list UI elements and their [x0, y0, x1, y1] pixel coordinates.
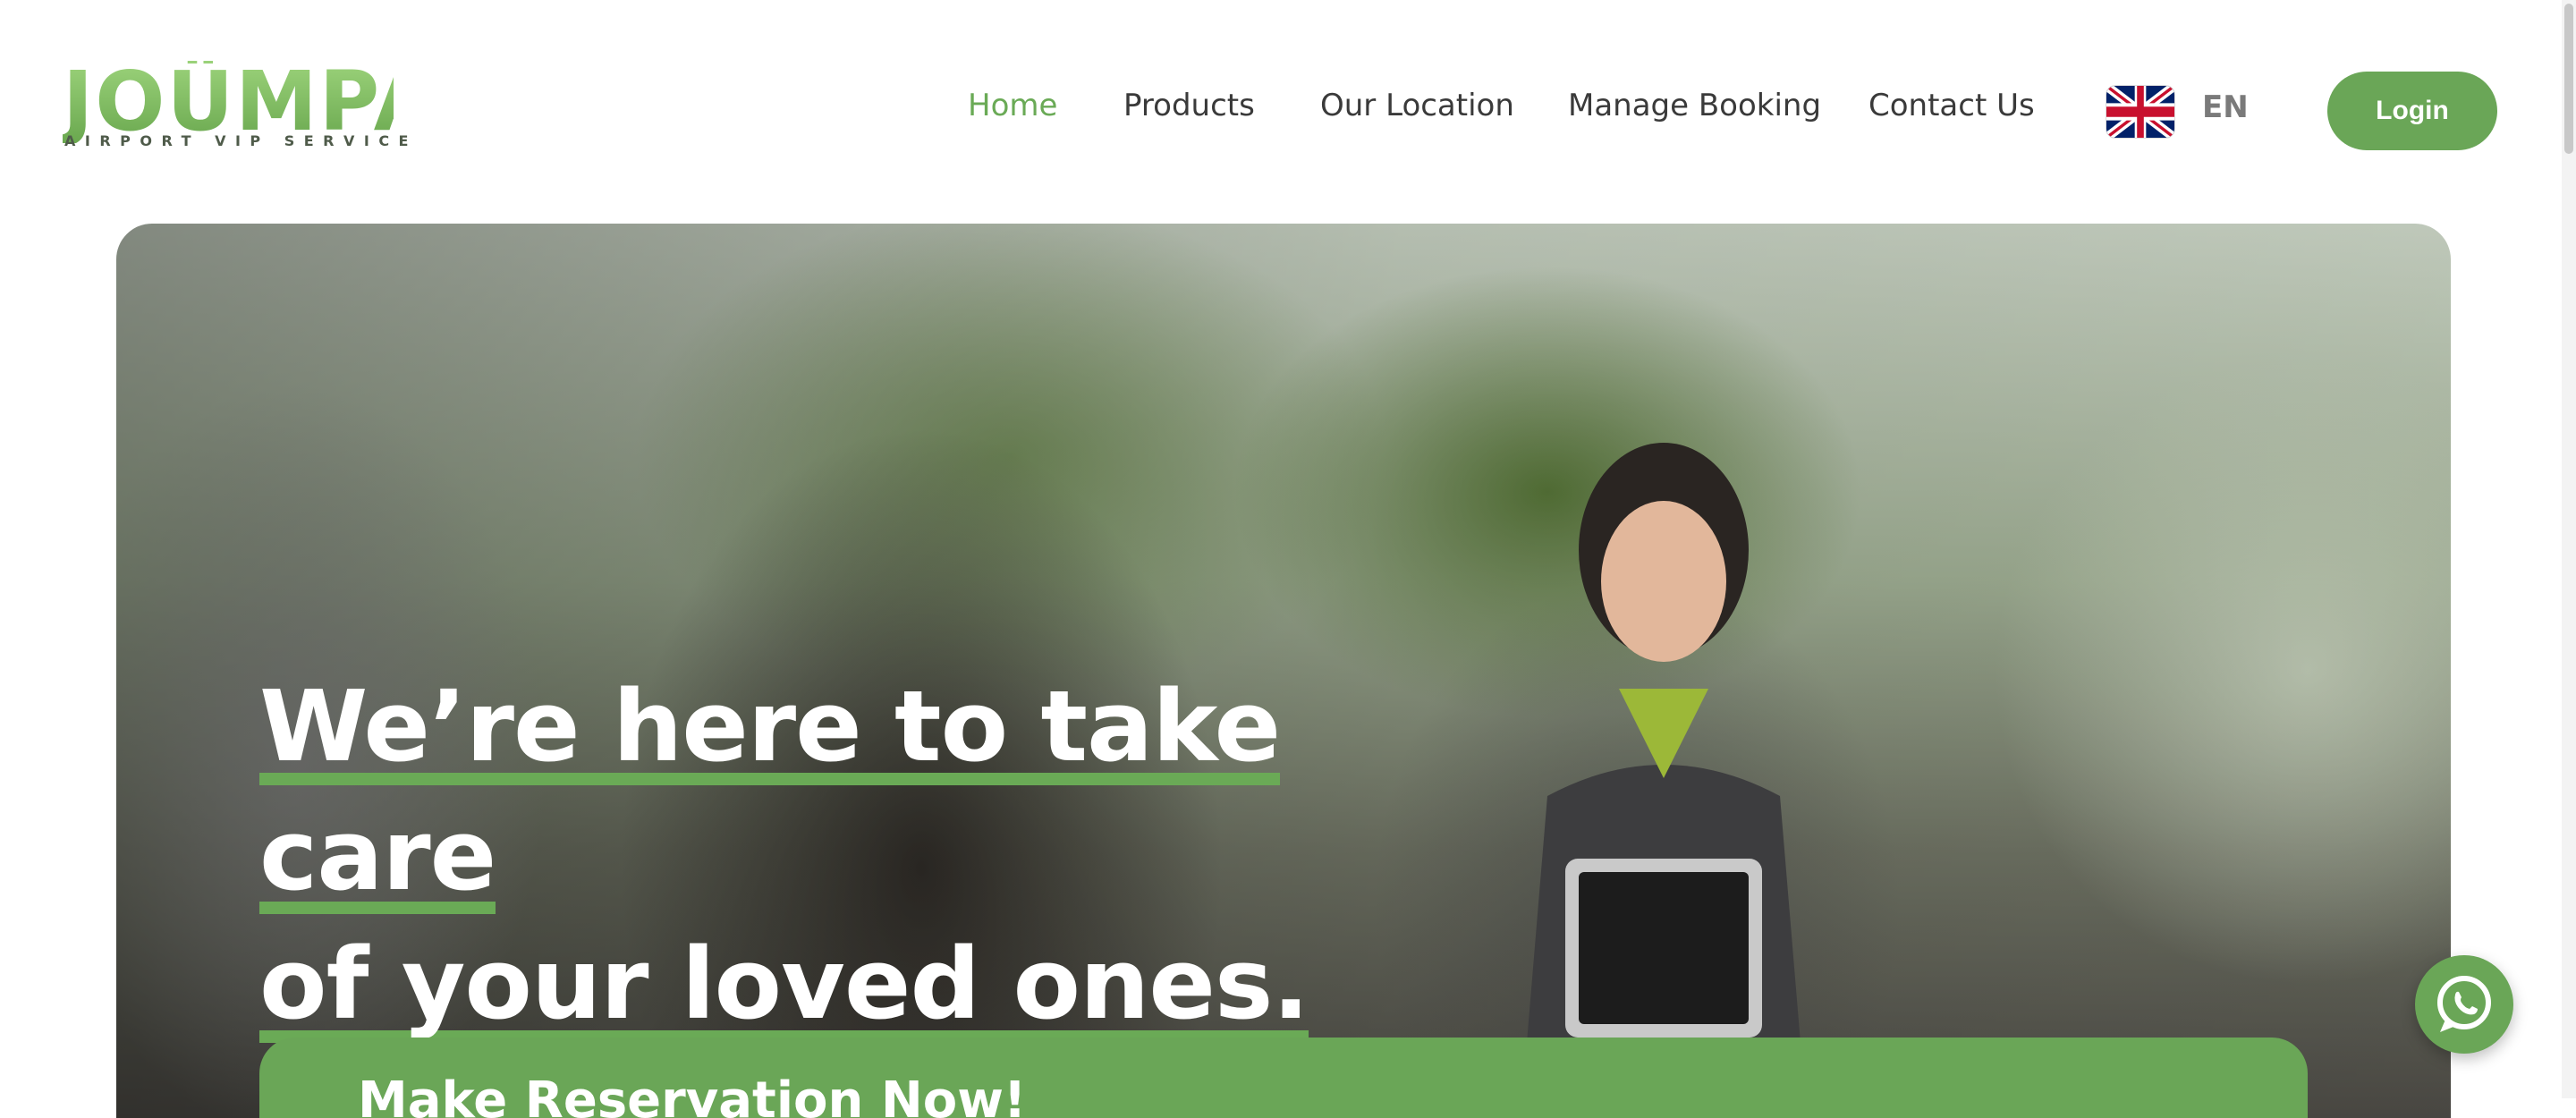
make-reservation-bar[interactable]: Make Reservation Now! [259, 1038, 2308, 1118]
nav-products[interactable]: Products [1123, 88, 1255, 123]
logo-tagline: AIRPORT VIP SERVICE [64, 132, 418, 149]
login-button[interactable]: Login [2327, 72, 2497, 150]
nav-manage-booking[interactable]: Manage Booking [1568, 88, 1821, 123]
nav-our-location[interactable]: Our Location [1320, 88, 1514, 123]
whatsapp-button[interactable] [2415, 955, 2513, 1054]
logo-wordmark: JOÜMPA [63, 54, 439, 149]
headline-line-1: We’re here to take care [259, 669, 1281, 912]
nav-home[interactable]: Home [968, 88, 1057, 123]
whatsapp-icon [2437, 976, 2491, 1032]
site-header: JOÜMPA AIRPORT VIP SERVICE Home Products… [0, 0, 2576, 224]
language-selector[interactable]: EN [2202, 89, 2249, 125]
logo[interactable]: JOÜMPA AIRPORT VIP SERVICE [63, 54, 439, 154]
uk-flag-icon[interactable] [2106, 86, 2174, 138]
page-scrollbar[interactable] [2562, 0, 2576, 1098]
hero-banner: We’re here to take care of your loved on… [116, 224, 2451, 1118]
hero-photo-attendant [1521, 443, 1807, 1118]
headline-line-2: of your loved ones. [259, 927, 1309, 1041]
hero-headline: We’re here to take care of your loved on… [259, 662, 1422, 1048]
nav-contact-us[interactable]: Contact Us [1868, 88, 2035, 123]
scrollbar-thumb[interactable] [2564, 4, 2573, 154]
make-reservation-label: Make Reservation Now! [358, 1071, 1027, 1118]
